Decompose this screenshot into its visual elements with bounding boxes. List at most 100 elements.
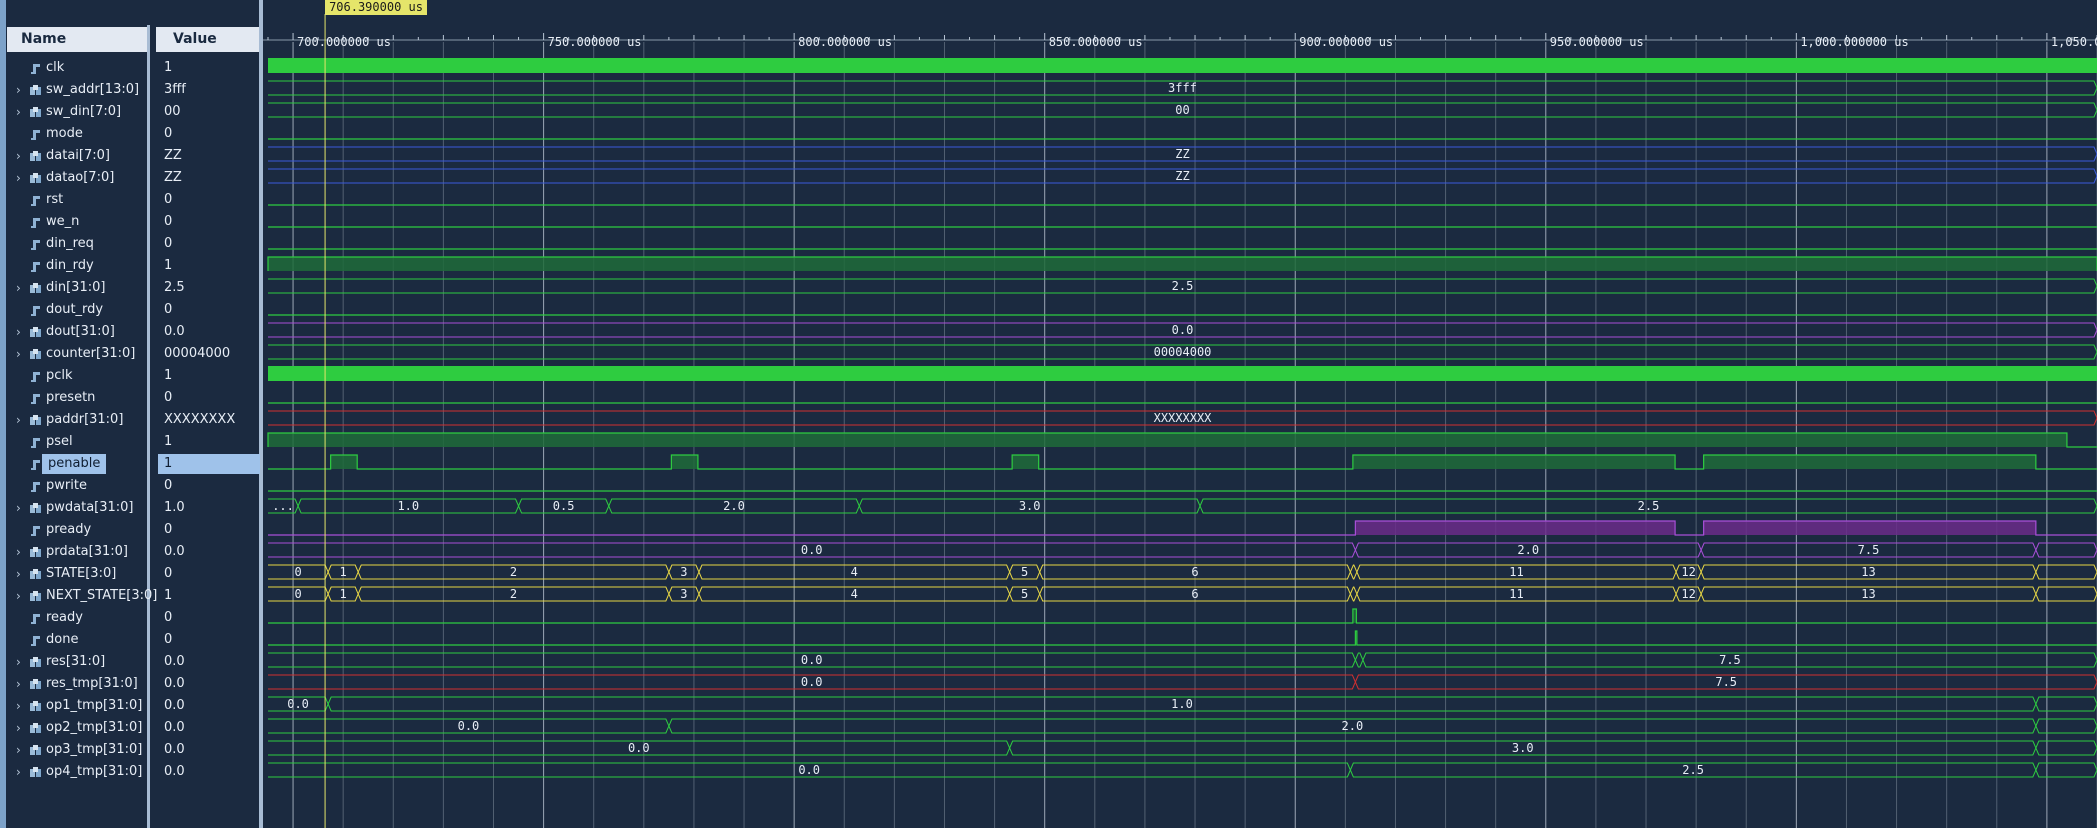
- expand-chevron-icon[interactable]: ›: [16, 567, 28, 581]
- signal-row[interactable]: pclk 1: [7, 365, 259, 387]
- signal-row[interactable]: › op4_tmp[31:0] 0.0: [7, 761, 259, 783]
- bit-signal-icon: [29, 457, 43, 471]
- signal-row[interactable]: › op3_tmp[31:0] 0.0: [7, 739, 259, 761]
- high-pulse: [1012, 455, 1039, 469]
- expand-chevron-icon[interactable]: ›: [16, 105, 28, 119]
- bus-signal-icon: [29, 655, 43, 669]
- signal-row[interactable]: pwrite 0: [7, 475, 259, 497]
- expand-chevron-icon[interactable]: ›: [16, 83, 28, 97]
- signal-row[interactable]: we_n 0: [7, 211, 259, 233]
- expand-chevron-icon[interactable]: ›: [16, 655, 28, 669]
- bus-signal-icon: [29, 501, 43, 515]
- waveform-canvas[interactable]: 700.000000 us 750.000000 us 800.000000 us 8…: [263, 0, 2097, 828]
- signal-row[interactable]: pready 0: [7, 519, 259, 541]
- signal-row[interactable]: › prdata[31:0] 0.0: [7, 541, 259, 563]
- bus-signal-icon: [29, 589, 43, 603]
- bus-segment: [2035, 740, 2097, 756]
- signal-row[interactable]: clk 1: [7, 57, 259, 79]
- expand-chevron-icon[interactable]: ›: [16, 413, 28, 427]
- expand-chevron-icon[interactable]: ›: [16, 149, 28, 163]
- expand-chevron-icon[interactable]: ›: [16, 721, 28, 735]
- bus-value-label: 1.0: [1171, 697, 1193, 711]
- expand-chevron-icon[interactable]: ›: [16, 589, 28, 603]
- signal-name: op3_tmp[31:0]: [46, 742, 143, 757]
- expand-chevron-icon[interactable]: ›: [16, 501, 28, 515]
- expand-chevron-icon[interactable]: ›: [16, 347, 28, 361]
- name-column-header[interactable]: Name: [7, 27, 147, 52]
- signal-value: 1.0: [164, 500, 185, 515]
- bus-signal-icon: [29, 171, 43, 185]
- signal-name: we_n: [46, 214, 80, 229]
- bus-value-label: 0.0: [801, 543, 823, 557]
- signal-name: din_req: [46, 236, 94, 251]
- expand-chevron-icon[interactable]: ›: [16, 743, 28, 757]
- signal-row[interactable]: din_rdy 1: [7, 255, 259, 277]
- signal-row[interactable]: › sw_din[7:0] 00: [7, 101, 259, 123]
- signal-value: 0.0: [164, 654, 185, 669]
- bus-segment: [1354, 652, 1364, 668]
- signal-row[interactable]: › paddr[31:0] XXXXXXXX: [7, 409, 259, 431]
- signal-row[interactable]: presetn 0: [7, 387, 259, 409]
- bus-value-label: 3: [680, 587, 687, 601]
- signal-row[interactable]: › res[31:0] 0.0: [7, 651, 259, 673]
- bus-value-label: 2: [510, 587, 517, 601]
- signal-row[interactable]: › datao[7:0] ZZ: [7, 167, 259, 189]
- bus-value-label: 1.0: [397, 499, 419, 513]
- bus-signal-icon: [29, 347, 43, 361]
- bus-value-label: 3: [680, 565, 687, 579]
- signal-row[interactable]: › pwdata[31:0] 1.0: [7, 497, 259, 519]
- signal-row[interactable]: psel 1: [7, 431, 259, 453]
- signal-row[interactable]: › dout[31:0] 0.0: [7, 321, 259, 343]
- signal-name: penable: [42, 454, 107, 474]
- waveform-viewer: Name Value clk 1 › sw_addr[13:0] 3fff › sw_din…: [0, 0, 2097, 828]
- signal-row[interactable]: din_req 0: [7, 233, 259, 255]
- cursor-time-marker[interactable]: 706.390000 us: [325, 0, 427, 15]
- signal-row[interactable]: › datai[7:0] ZZ: [7, 145, 259, 167]
- expand-chevron-icon[interactable]: ›: [16, 677, 28, 691]
- value-column-header[interactable]: Value: [156, 27, 259, 52]
- signal-name: psel: [46, 434, 73, 449]
- signal-value: 0: [164, 478, 173, 493]
- signal-row[interactable]: › op2_tmp[31:0] 0.0: [7, 717, 259, 739]
- signal-row[interactable]: mode 0: [7, 123, 259, 145]
- signal-name: op4_tmp[31:0]: [46, 764, 143, 779]
- signal-value: 0: [164, 390, 173, 405]
- expand-chevron-icon[interactable]: ›: [16, 765, 28, 779]
- bus-value-label: 0.5: [553, 499, 575, 513]
- bus-value-label: 2.0: [723, 499, 745, 513]
- signal-row[interactable]: › sw_addr[13:0] 3fff: [7, 79, 259, 101]
- signal-name: res_tmp[31:0]: [46, 676, 138, 691]
- bus-value-label: ZZ: [1175, 169, 1189, 183]
- expand-chevron-icon[interactable]: ›: [16, 171, 28, 185]
- signal-name: op2_tmp[31:0]: [46, 720, 143, 735]
- signal-row[interactable]: done 0: [7, 629, 259, 651]
- high-pulse: [1355, 521, 1676, 535]
- signal-row[interactable]: › res_tmp[31:0] 0.0: [7, 673, 259, 695]
- bus-value-label: XXXXXXXX: [1154, 411, 1213, 425]
- bit-waveform: [268, 630, 2097, 646]
- signal-row[interactable]: › NEXT_STATE[3:0] 1: [7, 585, 259, 607]
- signal-row[interactable]: › STATE[3:0] 0: [7, 563, 259, 585]
- expand-chevron-icon[interactable]: ›: [16, 281, 28, 295]
- signal-row[interactable]: › counter[31:0] 00004000: [7, 343, 259, 365]
- expand-chevron-icon[interactable]: ›: [16, 545, 28, 559]
- signal-value: 0: [164, 214, 173, 229]
- expand-chevron-icon[interactable]: ›: [16, 325, 28, 339]
- bus-value-label: 3fff: [1168, 81, 1197, 95]
- bus-value-label: 5: [1021, 565, 1028, 579]
- bus-value-label: 13: [1861, 587, 1875, 601]
- signal-name: sw_din[7:0]: [46, 104, 122, 119]
- bus-segment: [1349, 564, 1358, 580]
- bit-signal-icon: [29, 435, 43, 449]
- signal-row[interactable]: rst 0: [7, 189, 259, 211]
- signal-row[interactable]: penable 1: [7, 453, 260, 475]
- signal-row[interactable]: › din[31:0] 2.5: [7, 277, 259, 299]
- bus-value-label: 0.0: [798, 763, 820, 777]
- bus-signal-icon: [29, 149, 43, 163]
- signal-row[interactable]: dout_rdy 0: [7, 299, 259, 321]
- signal-row[interactable]: › op1_tmp[31:0] 0.0: [7, 695, 259, 717]
- expand-chevron-icon[interactable]: ›: [16, 699, 28, 713]
- bit-waveform: [268, 608, 2097, 624]
- bit-signal-icon: [29, 303, 43, 317]
- signal-row[interactable]: ready 0: [7, 607, 259, 629]
